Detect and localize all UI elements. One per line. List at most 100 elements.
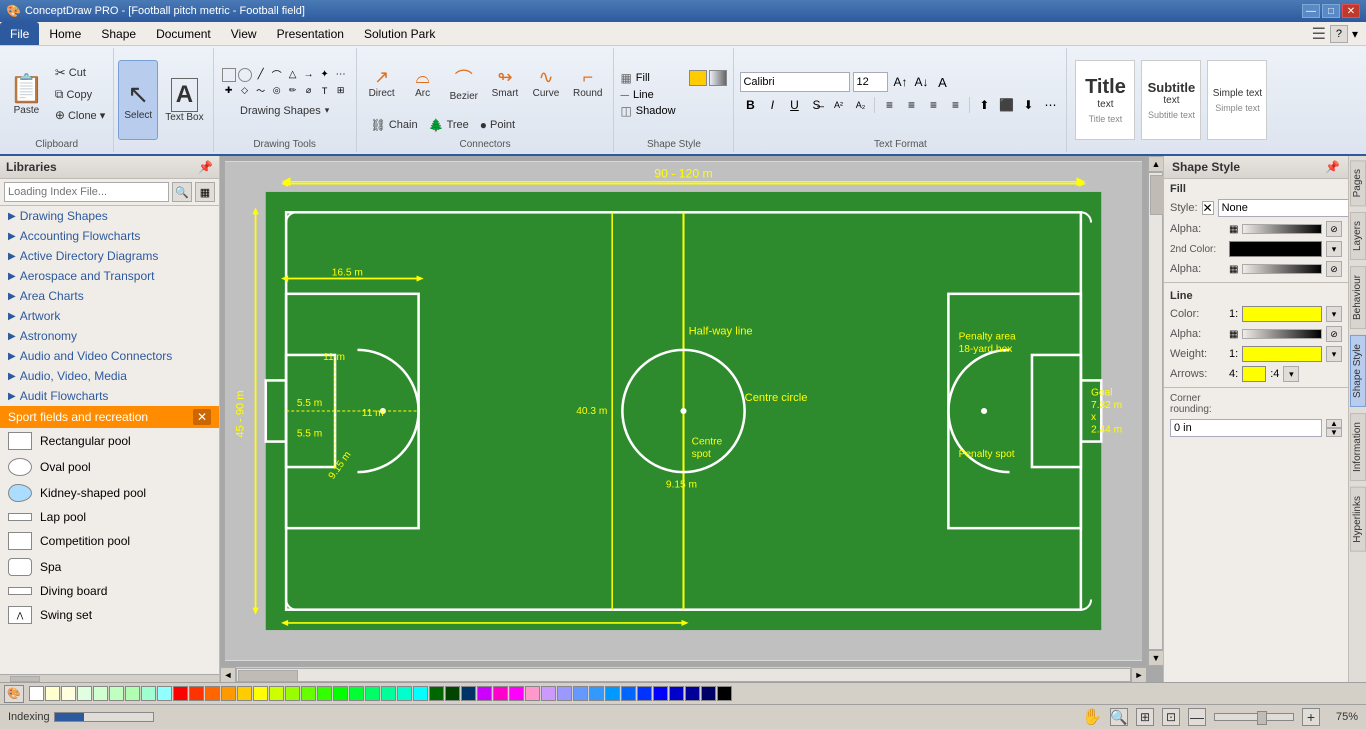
- curve-button[interactable]: ∿ Curve: [527, 53, 565, 113]
- arc-shape-icon[interactable]: ⌒: [270, 68, 284, 82]
- smart-button[interactable]: ↬ Smart: [486, 53, 524, 113]
- align-left-btn[interactable]: ≡: [879, 95, 899, 115]
- second-color-dropdown[interactable]: ▾: [1326, 241, 1342, 257]
- library-item-accounting[interactable]: ▶ Accounting Flowcharts: [0, 226, 219, 246]
- library-item-astronomy[interactable]: ▶ Astronomy: [0, 326, 219, 346]
- behaviour-tab[interactable]: Behaviour: [1350, 266, 1366, 329]
- competition-pool-item[interactable]: Competition pool: [0, 528, 219, 554]
- corner-increment-btn[interactable]: ▲: [1326, 419, 1342, 428]
- color-blue5[interactable]: [621, 686, 636, 701]
- second-color-swatch[interactable]: [1229, 241, 1322, 257]
- zoom-in-btn[interactable]: 🔍: [1110, 708, 1128, 726]
- valign-bot-btn[interactable]: ⬇: [1018, 95, 1038, 115]
- color-blue4[interactable]: [605, 686, 620, 701]
- subtitle-text-button[interactable]: Subtitle text Subtitle text: [1141, 60, 1201, 140]
- line-color-swatch[interactable]: [1242, 306, 1322, 322]
- color-darkgreen2[interactable]: [445, 686, 460, 701]
- color-green3[interactable]: [333, 686, 348, 701]
- font-family-input[interactable]: [740, 72, 850, 92]
- vscroll-down-btn[interactable]: ▼: [1148, 650, 1163, 666]
- color-orange1[interactable]: [205, 686, 220, 701]
- kidney-pool-item[interactable]: Kidney-shaped pool: [0, 480, 219, 506]
- select-button[interactable]: ↖ Select: [118, 60, 158, 140]
- color-blue3[interactable]: [589, 686, 604, 701]
- swing-set-item[interactable]: ⋀ Swing set: [0, 602, 219, 628]
- weight-color-display[interactable]: [1242, 346, 1322, 362]
- close-sport-icon[interactable]: ✕: [193, 409, 211, 425]
- color-bar-icon[interactable]: 🎨: [4, 685, 24, 703]
- canvas-container[interactable]: 90 - 120 m 45 - 90 m Half-way line Centr…: [225, 161, 1142, 661]
- vscroll-up-btn[interactable]: ▲: [1148, 156, 1163, 172]
- freehand-icon[interactable]: ✏: [286, 84, 300, 98]
- font-grow-btn[interactable]: A↑: [891, 73, 909, 91]
- color-blue7[interactable]: [653, 686, 668, 701]
- diamond-shape-icon[interactable]: ◇: [238, 84, 252, 98]
- font-shrink-btn[interactable]: A↓: [912, 73, 930, 91]
- pin-icon[interactable]: 📌: [198, 160, 213, 174]
- shape-style-tab[interactable]: Shape Style: [1350, 335, 1366, 407]
- ellipse-shape-icon[interactable]: [238, 68, 252, 82]
- italic-button[interactable]: I: [762, 95, 782, 115]
- superscript-button[interactable]: A²: [828, 95, 848, 115]
- subscript-button[interactable]: A₂: [850, 95, 870, 115]
- arrows-dropdown[interactable]: ▾: [1283, 366, 1299, 382]
- title-text-button[interactable]: Title text Title text: [1075, 60, 1135, 140]
- color-lightcyan4[interactable]: [125, 686, 140, 701]
- information-tab[interactable]: Information: [1350, 413, 1366, 481]
- chain-button[interactable]: ⛓ Chain: [367, 116, 422, 134]
- library-item-audio-media[interactable]: ▶ Audio, Video, Media: [0, 366, 219, 386]
- tree-button[interactable]: 🌲 Tree: [425, 116, 473, 134]
- bezier-button[interactable]: ⌒ Bezier: [445, 53, 483, 113]
- alpha2-slider[interactable]: [1242, 264, 1322, 274]
- lap-pool-item[interactable]: Lap pool: [0, 506, 219, 528]
- hyperlinks-tab[interactable]: Hyperlinks: [1350, 487, 1366, 552]
- menu-document[interactable]: Document: [146, 22, 221, 45]
- wave-shape-icon[interactable]: 〜: [254, 84, 268, 98]
- color-blue2[interactable]: [573, 686, 588, 701]
- bold-button[interactable]: B: [740, 95, 760, 115]
- valign-mid-btn[interactable]: ⬛: [996, 95, 1016, 115]
- canvas-area[interactable]: ▲ ▼: [220, 156, 1163, 682]
- vscroll-thumb[interactable]: [1150, 175, 1163, 215]
- fill-alpha-swatch[interactable]: [709, 70, 727, 86]
- align-center-btn[interactable]: ≡: [901, 95, 921, 115]
- close-btn[interactable]: ✕: [1342, 4, 1360, 18]
- hscroll-right-btn[interactable]: ►: [1131, 667, 1147, 683]
- canvas-vscroll[interactable]: ▲ ▼: [1147, 156, 1163, 666]
- left-panel-hscroll[interactable]: [0, 674, 219, 682]
- color-green1[interactable]: [301, 686, 316, 701]
- maximize-btn[interactable]: □: [1322, 4, 1340, 18]
- color-lightcyan1[interactable]: [77, 686, 92, 701]
- textbox-button[interactable]: A Text Box: [160, 60, 208, 140]
- line-alpha-reset[interactable]: ⊘: [1326, 326, 1342, 342]
- reset-view-btn[interactable]: ⊡: [1162, 708, 1180, 726]
- table-icon[interactable]: ⊞: [334, 84, 348, 98]
- color-orange2[interactable]: [221, 686, 236, 701]
- fit-page-btn[interactable]: ⊞: [1136, 708, 1154, 726]
- align-right-btn[interactable]: ≡: [923, 95, 943, 115]
- menu-home[interactable]: Home: [39, 22, 91, 45]
- library-search-input[interactable]: [4, 182, 169, 202]
- valign-top-btn[interactable]: ⬆: [974, 95, 994, 115]
- layers-tab[interactable]: Layers: [1350, 212, 1366, 260]
- color-pink2[interactable]: [509, 686, 524, 701]
- library-item-drawing-shapes[interactable]: ▶ Drawing Shapes: [0, 206, 219, 226]
- color-lime2[interactable]: [285, 686, 300, 701]
- pin-panel-icon[interactable]: 📌: [1325, 160, 1340, 174]
- round-button[interactable]: ⌐ Round: [568, 53, 607, 113]
- color-yellow2[interactable]: [253, 686, 268, 701]
- bezier2-icon[interactable]: ⌀: [302, 84, 316, 98]
- star-shape-icon[interactable]: ✦: [318, 68, 332, 82]
- menu-shape[interactable]: Shape: [91, 22, 146, 45]
- color-darkblue4[interactable]: [701, 686, 716, 701]
- zoom-out-btn[interactable]: —: [1188, 708, 1206, 726]
- fill-color-swatch[interactable]: [689, 70, 707, 86]
- color-lightyellow1[interactable]: [45, 686, 60, 701]
- hscroll-thumb[interactable]: [238, 670, 298, 682]
- paste-button[interactable]: 📋 Paste: [4, 54, 49, 134]
- color-lightyellow2[interactable]: [61, 686, 76, 701]
- library-item-audio-video[interactable]: ▶ Audio and Video Connectors: [0, 346, 219, 366]
- arc-button[interactable]: ⌓ Arc: [404, 53, 442, 113]
- corner-decrement-btn[interactable]: ▼: [1326, 428, 1342, 437]
- alpha-reset-btn[interactable]: ⊘: [1326, 221, 1342, 237]
